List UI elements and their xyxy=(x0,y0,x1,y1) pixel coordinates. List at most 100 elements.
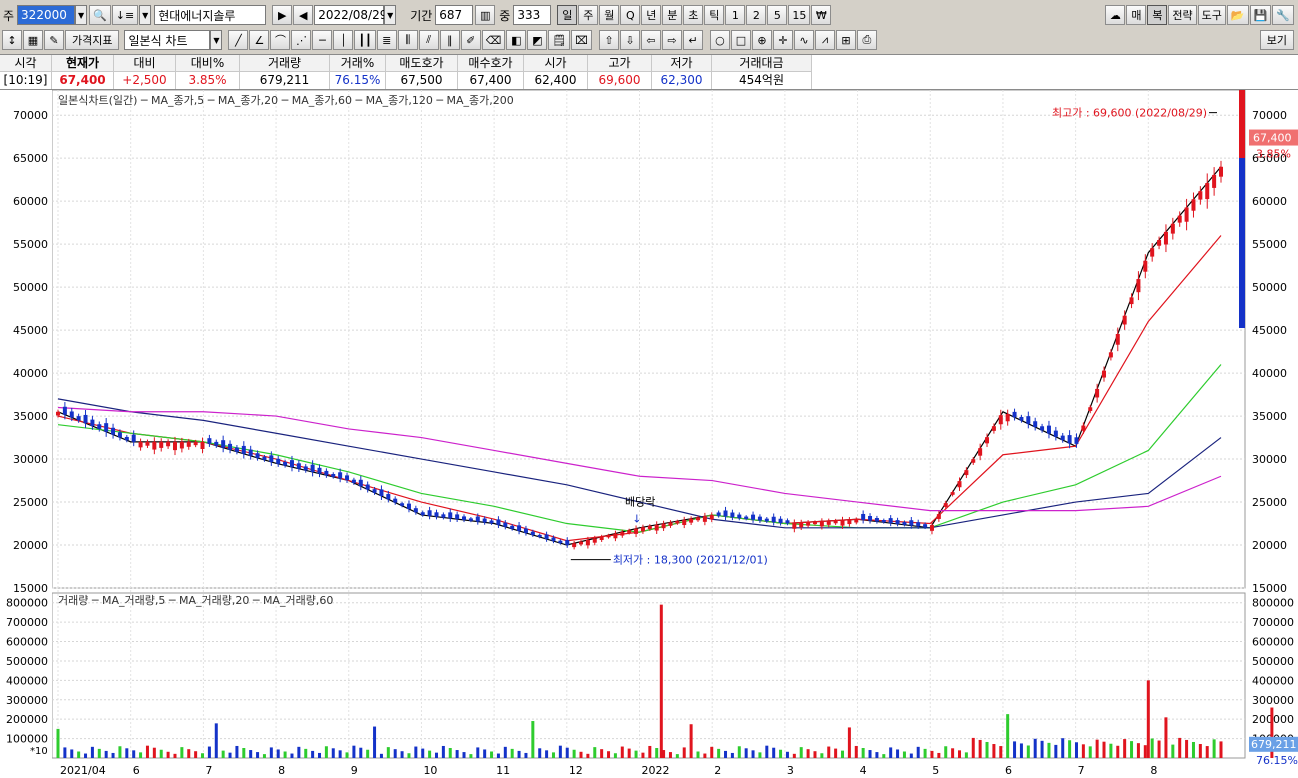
period-button-year[interactable]: 년 xyxy=(641,5,662,25)
candle-body xyxy=(558,540,563,544)
sort-icon[interactable]: ↓≡ xyxy=(111,5,139,25)
interval-button-1[interactable]: 1 xyxy=(725,5,746,25)
fan-icon[interactable]: ⋰ xyxy=(291,30,312,50)
volume-bar xyxy=(1123,739,1127,758)
circle-icon[interactable]: ○ xyxy=(709,30,730,50)
interval-button-2[interactable]: 2 xyxy=(746,5,767,25)
volume-bar xyxy=(1143,745,1147,758)
parallel-icon[interactable]: ∥ xyxy=(439,30,460,50)
period-button-second[interactable]: 초 xyxy=(683,5,704,25)
cycle-lines-icon[interactable]: ┃┃ xyxy=(354,30,376,50)
note-icon[interactable]: 🗒 xyxy=(548,30,571,50)
view-button[interactable]: 보기 xyxy=(1259,30,1294,50)
arrow-up-down-icon[interactable]: ↕ xyxy=(2,30,22,50)
shift-up-icon[interactable]: ⇧ xyxy=(598,30,619,50)
crosshair-icon[interactable]: ✛ xyxy=(772,30,793,50)
color-icon[interactable]: ◧ xyxy=(506,30,527,50)
period-button-quarter[interactable]: Q xyxy=(620,5,641,25)
vertical-line-icon[interactable]: │ xyxy=(333,30,354,50)
clear-icon[interactable]: ⌧ xyxy=(571,30,592,50)
strategy-button[interactable]: 전략 xyxy=(1168,5,1197,25)
candle-body xyxy=(1108,352,1113,358)
period-button-month[interactable]: 월 xyxy=(599,5,620,25)
prev-date-button[interactable]: ◀ xyxy=(293,5,314,25)
toggle-multi-button[interactable]: 복 xyxy=(1147,5,1168,25)
candle-body xyxy=(262,456,267,460)
shift-down-icon[interactable]: ⇩ xyxy=(619,30,640,50)
volume-bar xyxy=(448,748,452,758)
candle-body xyxy=(372,489,377,493)
period-button-week[interactable]: 주 xyxy=(578,5,599,25)
save-icon[interactable]: 💾 xyxy=(1249,5,1272,25)
count-input[interactable]: 333 xyxy=(513,5,552,25)
fibonacci-icon[interactable]: ≣ xyxy=(376,30,397,50)
zigzag-icon[interactable]: ⩘ xyxy=(814,30,835,50)
volume-bar xyxy=(118,746,122,758)
angle-icon[interactable]: ∠ xyxy=(249,30,270,50)
trendline-icon[interactable]: ╱ xyxy=(228,30,249,50)
zoom-icon[interactable]: ⊕ xyxy=(751,30,772,50)
chart-type-dropdown-button[interactable]: ▼ xyxy=(210,30,223,50)
indicator-button[interactable]: 가격지표 xyxy=(65,30,120,50)
fill-icon[interactable]: ◩ xyxy=(527,30,548,50)
tools-button[interactable]: 도구 xyxy=(1197,5,1226,25)
chart-type-select[interactable]: 일본식 차트 xyxy=(124,30,211,50)
volume-bar xyxy=(304,748,308,758)
date-input[interactable]: 2022/08/29 xyxy=(314,5,387,25)
shift-left-icon[interactable]: ⇦ xyxy=(640,30,661,50)
period-button-tick[interactable]: 틱 xyxy=(704,5,725,25)
interval-button-15[interactable]: 15 xyxy=(788,5,811,25)
candle-body xyxy=(902,522,907,525)
grid-icon[interactable]: ▦ xyxy=(23,30,43,50)
stock-chart[interactable]: 70000 7000065000 6500060000 6000055000 55000… xyxy=(0,89,1298,778)
volume-bar xyxy=(724,750,728,758)
toggle-buy-button[interactable]: 매 xyxy=(1126,5,1147,25)
candle-body xyxy=(799,522,804,528)
arc-icon[interactable]: ⌒ xyxy=(270,30,291,50)
volume-bar xyxy=(1040,740,1044,758)
table-icon[interactable]: ⊞ xyxy=(835,30,856,50)
period-button-day[interactable]: 일 xyxy=(557,5,578,25)
volume-bar xyxy=(393,749,397,758)
code-dropdown-button[interactable]: ▼ xyxy=(75,5,88,25)
erase-icon[interactable]: ⌫ xyxy=(481,30,506,50)
period-button-minute[interactable]: 분 xyxy=(662,5,683,25)
history-dropdown-button[interactable]: ▼ xyxy=(139,5,152,25)
candle-body xyxy=(159,441,164,448)
cloud-icon[interactable]: ☁ xyxy=(1105,5,1126,25)
print-icon[interactable]: ⎙ xyxy=(856,30,877,50)
volume-bar xyxy=(1130,741,1134,758)
stock-name-field[interactable]: 현대에너지솔루 xyxy=(154,5,267,25)
period-list-icon[interactable]: ▥ xyxy=(475,5,496,25)
period-input[interactable]: 687 xyxy=(435,5,474,25)
interval-button-5[interactable]: 5 xyxy=(767,5,788,25)
channel-icon[interactable]: ⫼ xyxy=(397,30,418,50)
volume-bar xyxy=(256,752,260,758)
volume-bar xyxy=(214,723,218,758)
horizontal-line-icon[interactable]: ─ xyxy=(312,30,333,50)
volume-bar xyxy=(572,749,576,758)
quote-value-7: 67,400 xyxy=(458,72,524,89)
search-icon[interactable]: 🔍 xyxy=(89,5,111,25)
wave-icon[interactable]: ∿ xyxy=(793,30,814,50)
candle-body xyxy=(1067,435,1072,444)
pen-icon[interactable]: ✐ xyxy=(460,30,481,50)
volume-bar xyxy=(145,745,149,758)
square-icon[interactable]: □ xyxy=(730,30,751,50)
candle-body xyxy=(1115,333,1120,345)
current-volume-pct: 76.15% xyxy=(1256,754,1298,767)
volume-bar xyxy=(331,748,335,758)
edit-icon[interactable]: ✎ xyxy=(44,30,64,50)
wrench-icon[interactable]: 🔧 xyxy=(1272,5,1294,25)
volume-bar xyxy=(834,748,838,758)
stock-code-input[interactable]: 322000 xyxy=(17,5,76,25)
gann-icon[interactable]: ⫽ xyxy=(418,30,439,50)
folder-open-icon[interactable]: 📂 xyxy=(1226,5,1249,25)
shift-right-icon[interactable]: ⇨ xyxy=(661,30,682,50)
quote-value-6: 67,500 xyxy=(386,72,458,89)
date-dropdown-button[interactable]: ▼ xyxy=(384,5,397,25)
next-date-button[interactable]: ▶ xyxy=(272,5,293,25)
candle-body xyxy=(544,534,549,540)
currency-button[interactable]: ₩ xyxy=(811,5,832,25)
return-icon[interactable]: ↵ xyxy=(682,30,703,50)
